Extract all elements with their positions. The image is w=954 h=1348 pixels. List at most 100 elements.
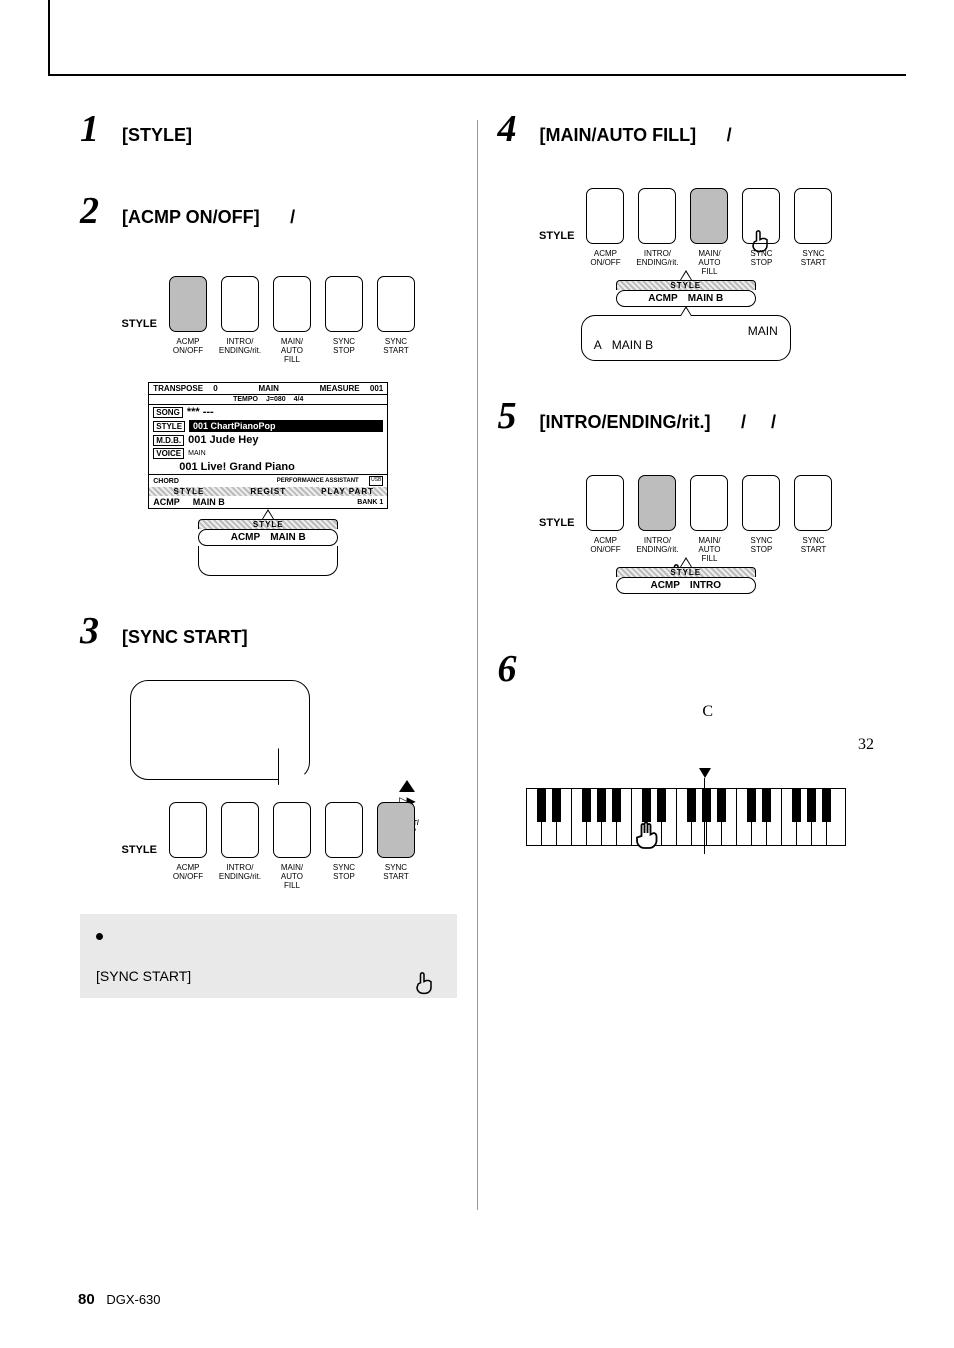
- button-label: ACMP ON/OFF: [173, 337, 203, 355]
- step3-button-0: ACMP ON/OFF: [169, 802, 207, 858]
- callout-mainb: MAIN B: [688, 293, 724, 304]
- columns: 1 [STYLE] 2 [ACMP ON/OFF] / STYLE ACMP O…: [60, 100, 894, 1250]
- button-label: MAIN/ AUTO FILL: [281, 337, 303, 364]
- page-number: 80: [78, 1291, 95, 1308]
- callout-step5: STYLE ACMP INTRO: [616, 567, 756, 594]
- step-number: 2: [80, 192, 104, 230]
- step-2: 2 [ACMP ON/OFF] /: [80, 192, 457, 230]
- step2-button-0: ACMP ON/OFF: [169, 276, 207, 332]
- step-5: 5 [INTRO/ENDING/rit.] / /: [498, 397, 875, 435]
- black-key: [807, 788, 816, 822]
- black-key: [747, 788, 756, 822]
- play-triangle-icon: [399, 780, 415, 792]
- panel-step2: STYLE ACMP ON/OFFINTRO/ ENDING/rit.MAIN/…: [80, 276, 457, 332]
- style-label: STYLE: [539, 517, 574, 529]
- step4-button-1: INTRO/ ENDING/rit.: [638, 188, 676, 244]
- black-key: [612, 788, 621, 822]
- lcd-bank: BANK 1: [357, 499, 383, 506]
- step-6: 6: [498, 650, 875, 688]
- button-label: ACMP ON/OFF: [590, 249, 620, 267]
- black-key: [792, 788, 801, 822]
- button-label: INTRO/ ENDING/rit.: [636, 536, 678, 554]
- panel-step5: STYLE ACMP ON/OFFINTRO/ ENDING/rit.MAIN/…: [498, 475, 875, 531]
- step6-body: C 32: [498, 698, 875, 758]
- black-key: [552, 788, 561, 822]
- black-key: [582, 788, 591, 822]
- note-box: [SYNC START]: [80, 914, 457, 998]
- button-label: SYNC START: [383, 337, 408, 355]
- step-title: [INTRO/ENDING/rit.]: [540, 412, 711, 432]
- step4-button-3: SYNC STOP: [742, 188, 780, 244]
- callout-acmp: ACMP: [648, 293, 677, 304]
- step-title: [SYNC START]: [122, 627, 248, 648]
- lcd-chord-tag: CHORD: [153, 478, 179, 485]
- step6-c: C: [702, 703, 713, 720]
- black-key: [702, 788, 711, 822]
- step3-button-1: INTRO/ ENDING/rit.: [221, 802, 259, 858]
- step3-button-2: MAIN/ AUTO FILL: [273, 802, 311, 858]
- note-text: [SYNC START]: [96, 968, 441, 984]
- button-label: SYNC START: [801, 536, 826, 554]
- button-label: ACMP ON/OFF: [173, 863, 203, 881]
- step-number: 6: [498, 650, 522, 688]
- lcd-sig: 4/4: [294, 396, 304, 403]
- callout-step2: STYLE ACMP MAIN B: [198, 519, 338, 576]
- usb-icon: USB: [369, 476, 383, 486]
- lcd-stripe: STYLE REGIST PLAY PART: [149, 487, 387, 496]
- desc-main: MAIN: [748, 324, 778, 338]
- callout-mainb: MAIN B: [270, 532, 306, 543]
- callout-acmp: ACMP: [650, 580, 679, 591]
- callout-intro: INTRO: [690, 580, 721, 591]
- lcd-voice: 001 Live! Grand Piano: [179, 461, 295, 473]
- callout-stripe: STYLE: [198, 519, 338, 529]
- callout-acmp: ACMP: [231, 532, 260, 543]
- desc-mainb: MAIN B: [612, 338, 653, 352]
- step5-button-3: SYNC STOP: [742, 475, 780, 531]
- step5-button-1: INTRO/ ENDING/rit.: [638, 475, 676, 531]
- step-title: [MAIN/AUTO FILL]: [540, 125, 697, 145]
- lcd-style-name: 001 ChartPianoPop: [189, 420, 383, 432]
- lcd-acmp: ACMP: [153, 497, 180, 507]
- step-title: [STYLE]: [122, 125, 192, 146]
- lcd-tempo-label: TEMPO: [233, 396, 258, 403]
- callout-step4: STYLE ACMP MAIN B: [616, 280, 756, 307]
- step-3: 3 [SYNC START]: [80, 612, 457, 650]
- button-label: INTRO/ ENDING/rit.: [636, 249, 678, 267]
- lcd-transpose: 0: [213, 384, 217, 393]
- lcd-mdb: 001 Jude Hey: [188, 434, 258, 446]
- lcd-display: TRANSPOSE 0 MAIN MEASURE 001 TEMPO J=080…: [148, 382, 388, 509]
- button-label: SYNC STOP: [750, 536, 772, 554]
- step-number: 3: [80, 612, 104, 650]
- button-label: MAIN/ AUTO FILL: [698, 249, 720, 276]
- lcd-mainb: MAIN B: [193, 497, 225, 507]
- step6-32: 32: [858, 736, 874, 753]
- button-label: SYNC STOP: [333, 337, 355, 355]
- callout-stripe: STYLE: [616, 567, 756, 577]
- step4-button-2: MAIN/ AUTO FILL: [690, 188, 728, 244]
- lcd-style-tag: STYLE: [153, 421, 185, 432]
- bullet-icon: [96, 933, 103, 940]
- button-label: SYNC STOP: [333, 863, 355, 881]
- page: 1 [STYLE] 2 [ACMP ON/OFF] / STYLE ACMP O…: [0, 0, 954, 1348]
- step-number: 5: [498, 397, 522, 435]
- slash: /: [727, 125, 732, 146]
- style-label: STYLE: [539, 230, 574, 242]
- button-label: MAIN/ AUTO FILL: [698, 536, 720, 563]
- callout-stripe: STYLE: [616, 280, 756, 290]
- slash: /: [290, 207, 295, 228]
- style-label: STYLE: [122, 844, 157, 856]
- button-label: INTRO/ ENDING/rit.: [219, 337, 261, 355]
- lcd-mdb-tag: M.D.B.: [153, 435, 184, 446]
- step5-button-2: MAIN/ AUTO FILL: [690, 475, 728, 531]
- black-key: [822, 788, 831, 822]
- step-title: [ACMP ON/OFF]: [122, 207, 260, 227]
- keyboard-diagram: [526, 788, 846, 846]
- black-key: [687, 788, 696, 822]
- black-key: [762, 788, 771, 822]
- step-1: 1 [STYLE]: [80, 110, 457, 148]
- button-label: SYNC STOP: [750, 249, 772, 267]
- black-key: [537, 788, 546, 822]
- callout-desc-step4: MAIN A MAIN B: [581, 315, 791, 361]
- left-column: 1 [STYLE] 2 [ACMP ON/OFF] / STYLE ACMP O…: [60, 100, 477, 1250]
- lcd-transpose-label: TRANSPOSE: [153, 384, 203, 393]
